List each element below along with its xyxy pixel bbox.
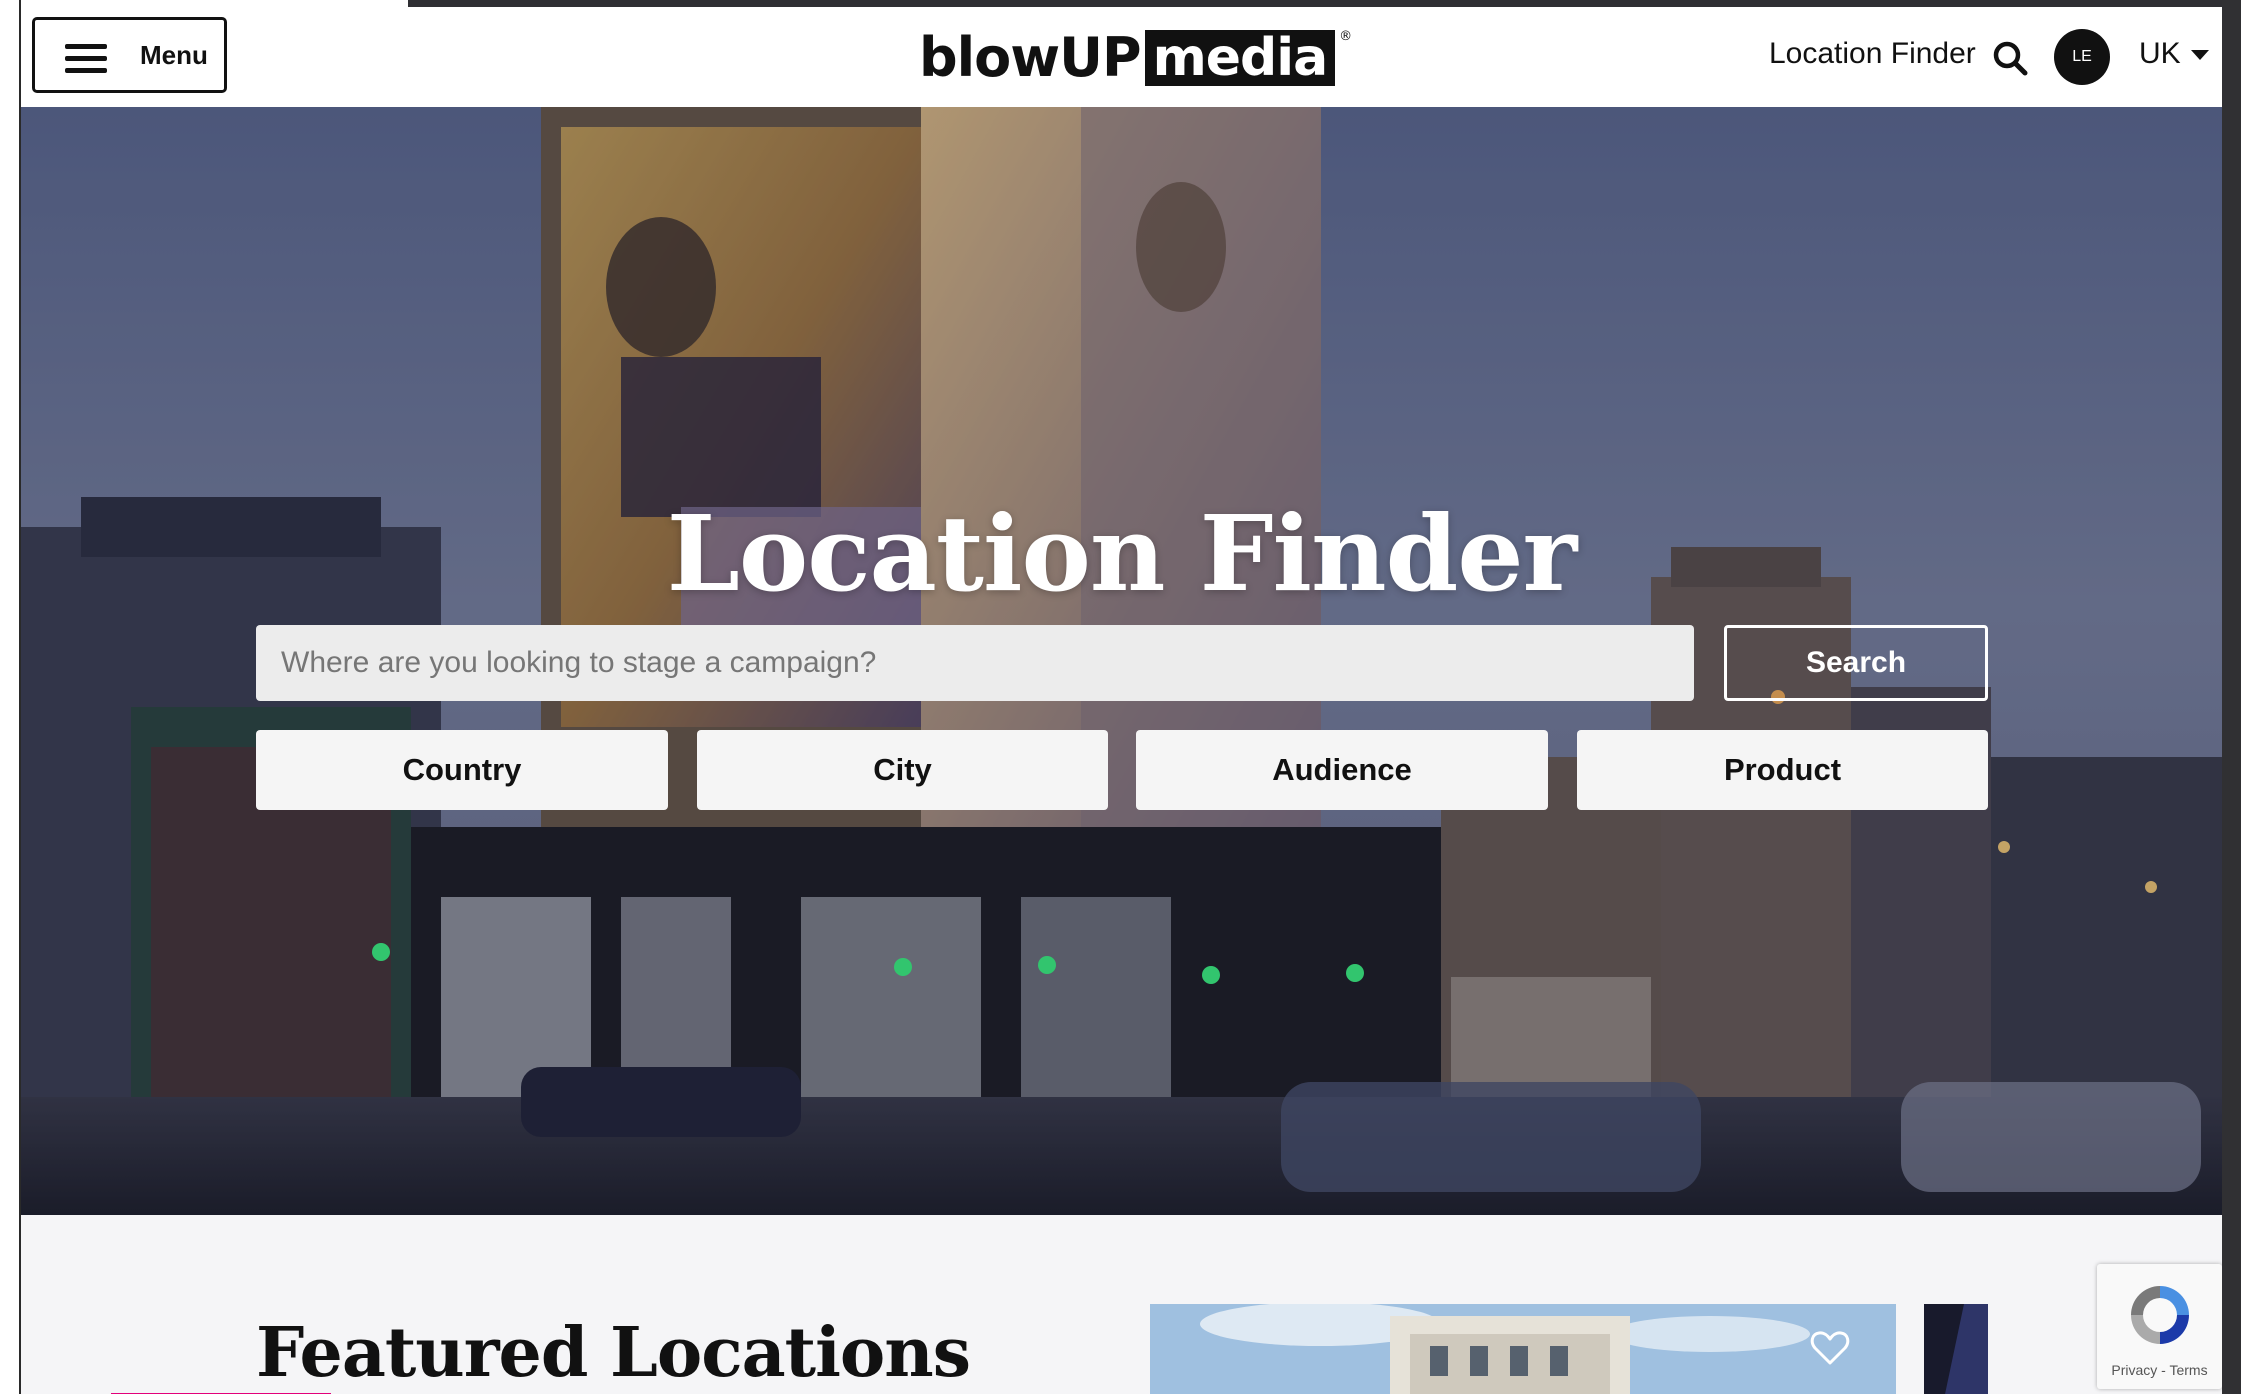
hamburger-icon bbox=[65, 44, 107, 74]
featured-location-image bbox=[1150, 1304, 1896, 1394]
location-finder-link[interactable]: Location Finder bbox=[1769, 37, 1976, 71]
search-icon[interactable] bbox=[1992, 40, 2028, 76]
logo-text-blowup: blowUP bbox=[919, 26, 1142, 89]
locale-selector[interactable]: UK bbox=[2139, 37, 2181, 71]
user-avatar[interactable]: LE bbox=[2054, 29, 2110, 85]
filter-country-button[interactable]: Country bbox=[256, 730, 668, 810]
window-scrollbar[interactable] bbox=[2222, 0, 2241, 1394]
hero-section: Location Finder Search Country City Audi… bbox=[21, 107, 2222, 1215]
logo-registered-mark: ® bbox=[1339, 28, 1353, 44]
featured-locations-section: Featured Locations bbox=[21, 1215, 2222, 1394]
recaptcha-badge[interactable]: Privacy - Terms bbox=[2097, 1264, 2222, 1389]
recaptcha-privacy-terms[interactable]: Privacy - Terms bbox=[2097, 1362, 2222, 1378]
logo-text-media: media bbox=[1144, 30, 1336, 86]
hero-title: Location Finder bbox=[666, 492, 1578, 615]
window-top-strip bbox=[408, 0, 2241, 7]
filter-city-button[interactable]: City bbox=[697, 730, 1108, 810]
menu-button[interactable]: Menu bbox=[32, 17, 227, 93]
menu-label: Menu bbox=[140, 40, 208, 70]
featured-location-card-next[interactable] bbox=[1924, 1304, 1988, 1394]
page: Menu blowUP media ® Location Finder LE U… bbox=[21, 7, 2222, 1394]
site-header: Menu blowUP media ® Location Finder LE U… bbox=[21, 7, 2222, 107]
featured-locations-heading: Featured Locations bbox=[256, 1313, 971, 1393]
campaign-search-input[interactable] bbox=[256, 625, 1694, 701]
search-button[interactable]: Search bbox=[1724, 625, 1988, 701]
site-logo[interactable]: blowUP media ® bbox=[919, 27, 1352, 89]
filter-product-button[interactable]: Product bbox=[1577, 730, 1988, 810]
filter-audience-button[interactable]: Audience bbox=[1136, 730, 1548, 810]
featured-location-card[interactable] bbox=[1150, 1304, 1896, 1394]
recaptcha-icon bbox=[2131, 1286, 2189, 1344]
heart-icon[interactable] bbox=[1810, 1330, 1850, 1366]
featured-location-image-next bbox=[1924, 1304, 1988, 1394]
chevron-down-icon[interactable] bbox=[2191, 50, 2209, 60]
